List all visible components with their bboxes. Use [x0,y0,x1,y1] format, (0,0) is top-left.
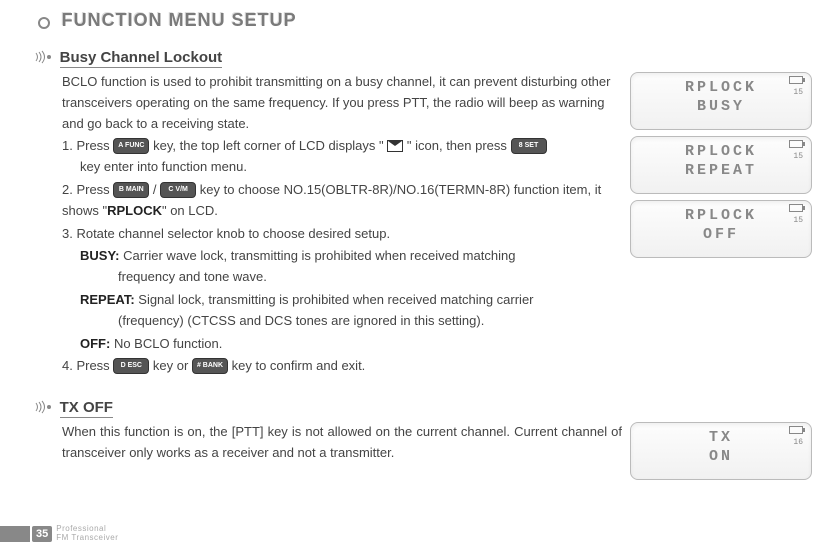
lcd-tx-on: 16 TX ON [630,422,812,480]
battery-icon [789,426,803,434]
step4-text-c: key to confirm and exit. [232,358,366,373]
envelope-icon [387,140,403,152]
step4-text-b: key or [153,358,192,373]
step3: 3. Rotate channel selector knob to choos… [62,224,622,245]
step1-text-b: key, the top left corner of LCD displays… [153,138,387,153]
step4: 4. Press D ESC key or # BANK key to conf… [62,356,622,377]
lcd-num: 16 [793,438,803,447]
step1-text-a: 1. Press [62,138,113,153]
title-bullet [38,17,50,29]
lcd-stack-2: 16 TX ON [630,422,812,486]
lcd-stack-1: 15 RPLOCK BUSY 15 RPLOCK REPEAT 15 RPLOCK O… [630,72,812,264]
repeat-text2: (frequency) (CTCSS and DCS tones are ign… [118,311,622,332]
step2-slash: / [153,182,160,197]
lcd-num: 15 [793,88,803,97]
step1-text-c: " icon, then press [407,138,511,153]
hash-bank-key-icon: # BANK [192,358,228,374]
page-number: 35 [32,526,52,542]
off-row: OFF: No BCLO function. [80,334,622,355]
footer-bar [0,526,30,542]
lcd-line2: OFF [703,226,739,243]
step2-bold: RPLOCK [107,203,162,218]
battery-icon [789,76,803,84]
lcd-line2: BUSY [697,98,745,115]
footer-line2: FM Transceiver [56,533,118,542]
b-main-key-icon: B MAIN [113,182,149,198]
section2-header: TX OFF [34,399,820,422]
busy-text1: Carrier wave lock, transmitting is prohi… [119,248,515,263]
lcd-line1: TX [709,429,733,446]
page-title: FUNCTION MENU SETUP [62,10,297,30]
section1-title: Busy Channel Lockout [60,49,223,68]
eight-set-key-icon: 8 SET [511,138,547,154]
lcd-rplock-off: 15 RPLOCK OFF [630,200,812,258]
step2-text-a: 2. Press [62,182,113,197]
a-func-key-icon: A FUNC [113,138,149,154]
lcd-rplock-repeat: 15 RPLOCK REPEAT [630,136,812,194]
battery-icon [789,204,803,212]
lcd-line1: RPLOCK [685,143,757,160]
lcd-line1: RPLOCK [685,79,757,96]
step4-text-a: 4. Press [62,358,113,373]
busy-label: BUSY: [80,248,119,263]
busy-text2: frequency and tone wave. [118,267,622,288]
footer-text: Professional FM Transceiver [56,525,118,542]
busy-row: BUSY: Carrier wave lock, transmitting is… [80,246,622,267]
page-title-row: FUNCTION MENU SETUP [38,10,820,31]
lcd-line1: RPLOCK [685,207,757,224]
battery-icon [789,140,803,148]
off-text: No BCLO function. [110,336,222,351]
lcd-line2: REPEAT [685,162,757,179]
repeat-text1: Signal lock, transmitting is prohibited … [135,292,534,307]
step2-text-c: " on LCD. [162,203,218,218]
repeat-row: REPEAT: Signal lock, transmitting is pro… [80,290,622,311]
c-vm-key-icon: C V/M [160,182,196,198]
repeat-label: REPEAT: [80,292,135,307]
step1: 1. Press A FUNC key, the top left corner… [62,136,622,178]
wave-icon [34,50,52,67]
section1-header: Busy Channel Lockout [34,49,820,72]
d-esc-key-icon: D ESC [113,358,149,374]
section1-intro: BCLO function is used to prohibit transm… [62,72,622,134]
lcd-num: 15 [793,216,803,225]
section2-body: When this function is on, the [PTT] key … [62,422,622,464]
page-footer: 35 Professional FM Transceiver [0,525,118,542]
step2: 2. Press B MAIN / C V/M key to choose NO… [62,180,622,222]
section2-title: TX OFF [60,399,113,418]
wave-icon [34,400,52,417]
off-label: OFF: [80,336,110,351]
step1-text-d: key enter into function menu. [80,157,622,178]
lcd-rplock-busy: 15 RPLOCK BUSY [630,72,812,130]
lcd-line2: ON [709,448,733,465]
lcd-num: 15 [793,152,803,161]
